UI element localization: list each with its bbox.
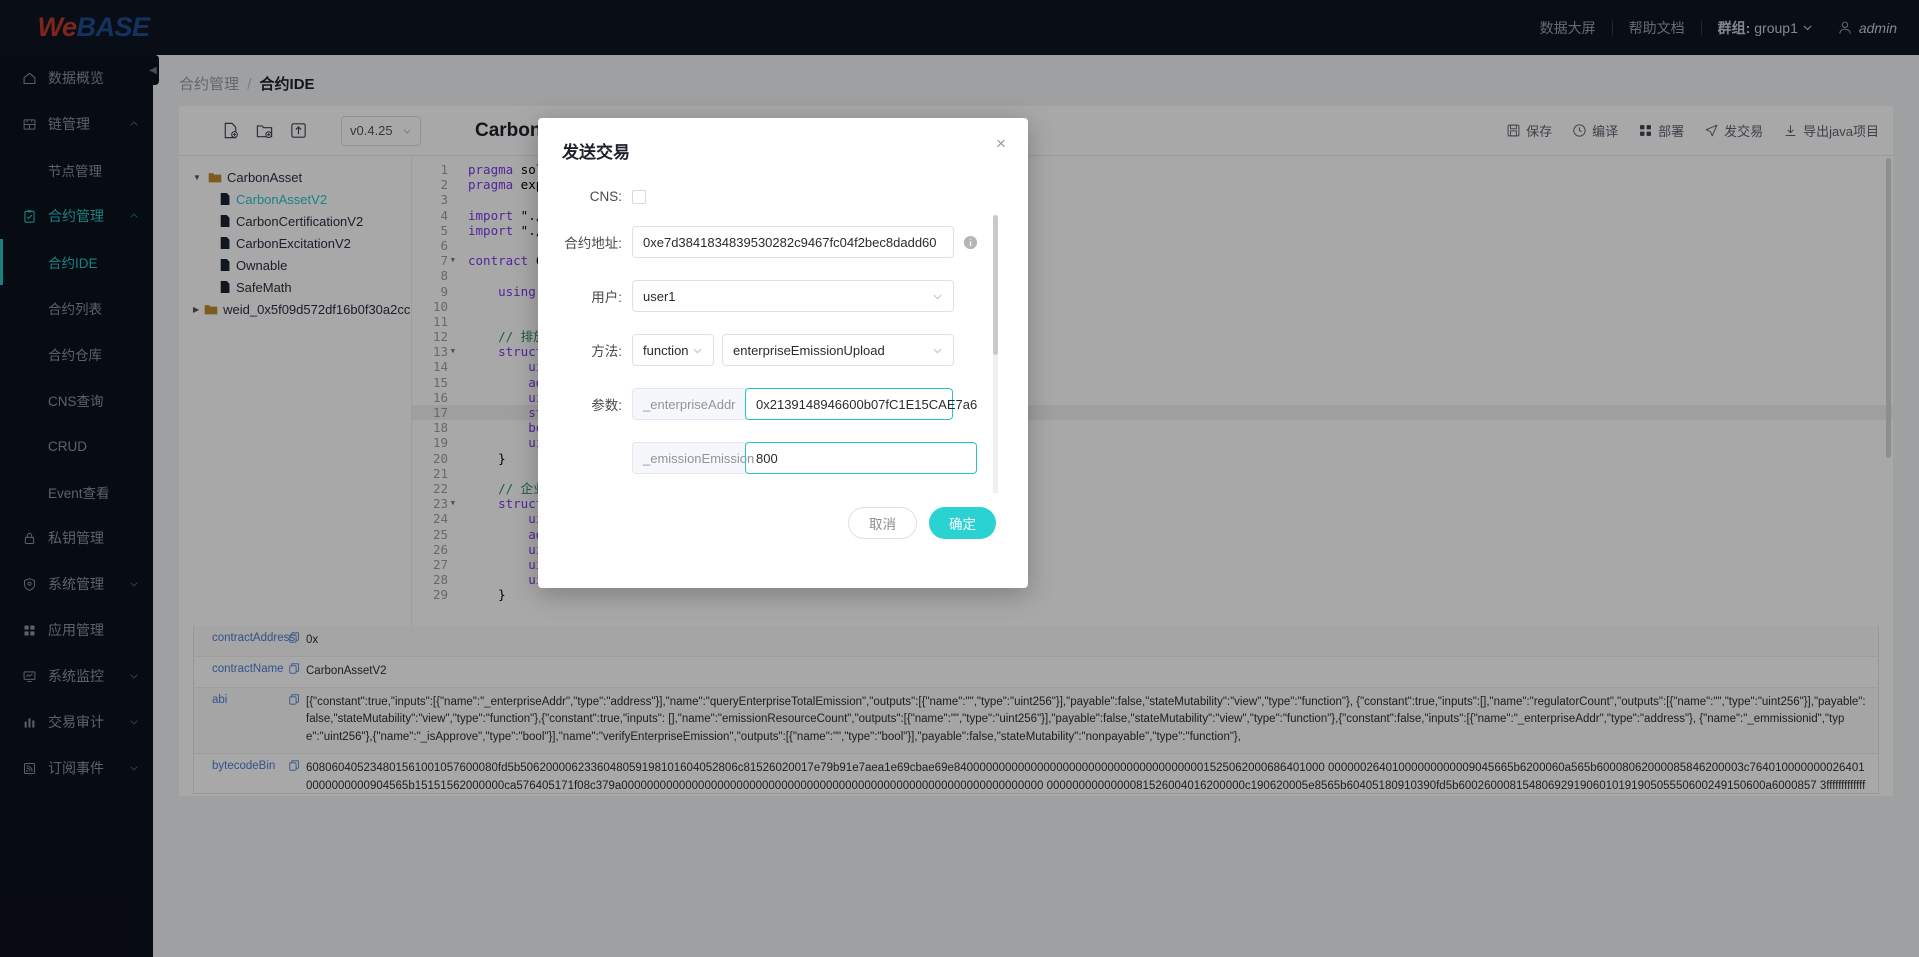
contract-address-label: 合约地址: <box>564 236 622 251</box>
param-row-0: 参数: _enterpriseAddr 0x2139148946600b07fC… <box>562 388 1004 420</box>
modal-header: 发送交易 × <box>538 118 1028 163</box>
cns-checkbox[interactable] <box>632 189 646 204</box>
param-name-0: _enterpriseAddr <box>632 388 746 420</box>
modal-title: 发送交易 <box>562 143 630 162</box>
method-row: 方法: function enterpriseEmissionUpload <box>562 334 1004 366</box>
app-root: WeBASE 数据大屏 帮助文档 群组: group1 admin 数据概览 链… <box>0 0 1919 957</box>
param-row-1: _emissionEmission 800 <box>632 442 1004 474</box>
cns-label: CNS: <box>589 189 622 204</box>
user-label: 用户: <box>591 290 622 305</box>
confirm-button[interactable]: 确定 <box>929 507 996 539</box>
param-name-1: _emissionEmission <box>632 442 754 474</box>
info-icon[interactable] <box>963 235 978 250</box>
contract-address-input[interactable]: 0xe7d3841834839530282c9467fc04f2bec8dadd… <box>632 226 954 258</box>
user-select[interactable]: user1 <box>632 280 954 312</box>
chevron-down-icon <box>932 345 943 356</box>
chevron-down-icon <box>692 345 703 356</box>
chevron-down-icon <box>932 291 943 302</box>
params-label: 参数: <box>591 398 622 413</box>
cns-row: CNS: <box>562 189 1004 204</box>
cancel-button[interactable]: 取消 <box>848 507 917 539</box>
modal-footer: 取消 确定 <box>538 493 1028 539</box>
send-transaction-dialog: 发送交易 × CNS: 合约地址: 0xe7d3841834839530282c… <box>538 118 1028 588</box>
modal-body: CNS: 合约地址: 0xe7d3841834839530282c9467fc0… <box>538 163 1028 493</box>
method-name-select[interactable]: enterpriseEmissionUpload <box>722 334 954 366</box>
modal-scrollbar-thumb[interactable] <box>993 215 998 355</box>
user-select-value: user1 <box>643 288 676 304</box>
contract-address-row: 合约地址: 0xe7d3841834839530282c9467fc04f2be… <box>562 226 1004 258</box>
user-row: 用户: user1 <box>562 280 1004 312</box>
param-value-0[interactable]: 0x2139148946600b07fC1E15CAE7a6 <box>745 388 977 420</box>
close-icon[interactable]: × <box>992 135 1010 154</box>
method-label: 方法: <box>591 344 622 359</box>
method-name-value: enterpriseEmissionUpload <box>733 342 885 358</box>
method-type-select[interactable]: function <box>632 334 714 366</box>
param-value-1[interactable]: 800 <box>745 442 977 474</box>
method-type-value: function <box>643 342 689 358</box>
